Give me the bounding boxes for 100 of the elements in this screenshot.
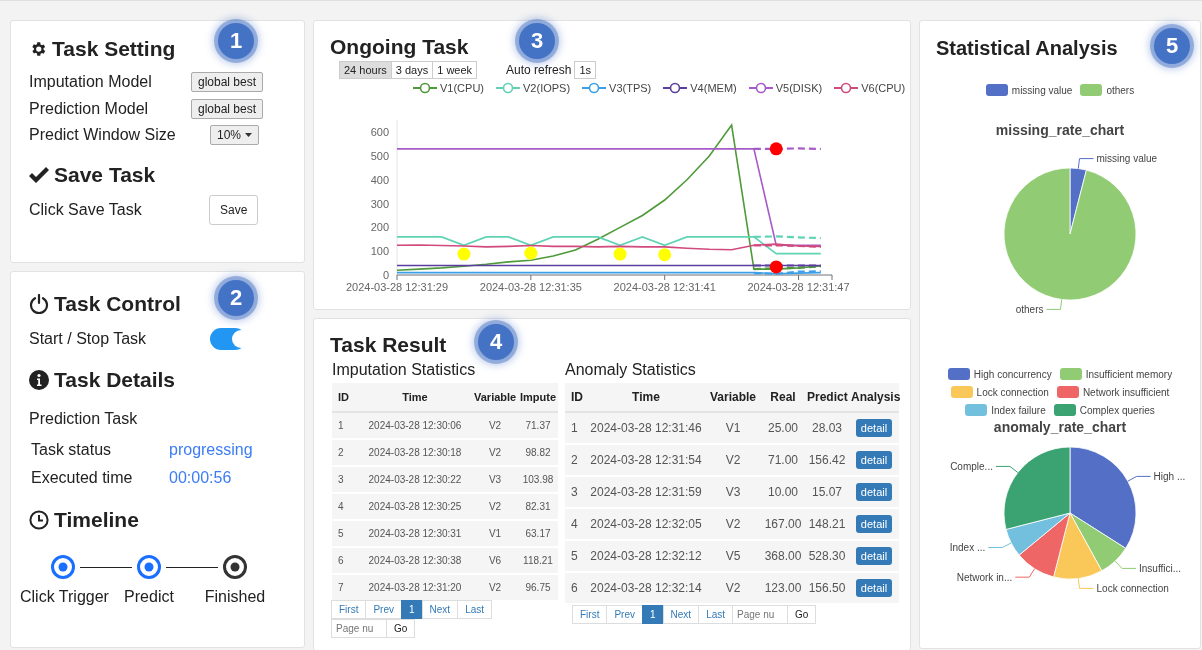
legend-swatch [947, 368, 970, 380]
legend-label: V5(DISK) [775, 82, 823, 94]
page-button[interactable]: Last [698, 605, 734, 624]
section-title: Task Details [54, 368, 175, 392]
detail-button[interactable]: detail [855, 547, 893, 565]
table-cell: 2024-03-28 12:30:31 [358, 520, 472, 547]
legend-label: Complex queries [1079, 404, 1155, 416]
table-cell: 1 [332, 412, 358, 439]
table-cell: 2024-03-28 12:30:18 [358, 439, 472, 466]
column-header: Variable [472, 383, 518, 412]
page-button[interactable]: 1 [401, 600, 423, 619]
leader-line [1045, 299, 1063, 310]
axis-label: 600 [370, 126, 389, 139]
slice-label: others [1015, 303, 1044, 315]
table-cell: V3 [472, 466, 518, 493]
number-badge: 1 [218, 23, 254, 59]
table-cell: 98.82 [518, 439, 558, 466]
table-cell: 1 [565, 412, 587, 444]
save-label: Click Save Task [29, 200, 143, 219]
step-label: Finished [203, 588, 267, 606]
detail-button[interactable]: detail [855, 419, 893, 437]
axis-label: 2024-03-28 12:31:41 [613, 281, 716, 293]
table-cell: 118.21 [518, 547, 558, 574]
table-title: Imputation Statistics [332, 361, 477, 379]
legend-label: Network insufficient [1082, 386, 1170, 398]
go-button[interactable]: Go [386, 619, 416, 638]
legend-label: High concurrency [973, 368, 1052, 380]
go-button[interactable]: Go [787, 605, 817, 624]
page-button[interactable]: Prev [365, 600, 402, 619]
table-cell: 528.30 [805, 540, 849, 572]
section-title: Task Result [330, 333, 447, 357]
axis-label: 300 [370, 197, 389, 210]
table-cell: 2024-03-28 12:31:46 [587, 412, 705, 444]
marker-dot [524, 246, 538, 260]
section-title: Timeline [54, 508, 139, 532]
window-size-dropdown[interactable]: 10% [210, 125, 260, 146]
legend-swatch [950, 386, 973, 398]
start-stop-toggle[interactable] [210, 328, 246, 350]
table-cell: 5 [565, 540, 587, 572]
detail-button[interactable]: detail [855, 451, 893, 469]
detail-button[interactable]: detail [855, 483, 893, 501]
table-cell: 15.07 [805, 476, 849, 508]
table-cell: V2 [705, 508, 761, 540]
table-cell: 368.00 [761, 540, 805, 572]
page-button[interactable]: First [572, 605, 608, 624]
model-select-button[interactable]: global best [191, 98, 264, 119]
table-cell: 123.00 [761, 572, 805, 603]
marker-dot [658, 248, 672, 262]
page-button[interactable]: Prev [606, 605, 643, 624]
slice-label: missing value [1096, 153, 1158, 165]
marker-dot [613, 247, 627, 261]
leader-line [1127, 475, 1152, 482]
section-title: Task Control [54, 292, 181, 316]
table-cell: V2 [472, 412, 518, 439]
legend-marker-icon [582, 82, 607, 94]
table-cell: 2 [565, 444, 587, 476]
table-cell: 148.21 [805, 508, 849, 540]
table-cell: 10.00 [761, 476, 805, 508]
axis-label: 0 [382, 269, 389, 281]
range-tab[interactable]: 3 days [390, 61, 434, 79]
page-button[interactable]: 1 [642, 605, 664, 624]
table-cell: 156.42 [805, 444, 849, 476]
checkmark-icon [29, 166, 49, 183]
marker-dot [769, 260, 783, 274]
table-cell: V2 [705, 572, 761, 603]
detail-button[interactable]: detail [855, 579, 893, 597]
table-cell: 96.75 [518, 574, 558, 600]
axis-label: 400 [370, 173, 389, 186]
legend-marker-icon [413, 82, 437, 94]
legend-label: V6(CPU) [861, 82, 906, 94]
setting-label: Predict Window Size [29, 126, 177, 145]
page-number-field[interactable]: Page nu [331, 619, 387, 638]
legend-label: Index failure [991, 404, 1046, 416]
leader-line [1077, 158, 1095, 169]
task-type-label: Prediction Task [29, 410, 139, 428]
legend-label: V4(MEM) [690, 82, 737, 94]
table-cell: 5 [332, 520, 358, 547]
detail-value: 00:00:56 [169, 469, 233, 487]
range-tab[interactable]: 24 hours [339, 61, 392, 79]
table-cell: V2 [472, 439, 518, 466]
save-button[interactable]: Save [209, 194, 259, 225]
table-cell: 71.37 [518, 412, 558, 439]
table-cell: 3 [565, 476, 587, 508]
detail-button[interactable]: detail [855, 515, 893, 533]
slice-label: High ... [1153, 470, 1186, 482]
legend-label: V2(IOPS) [523, 82, 571, 94]
page-button[interactable]: First [331, 600, 367, 619]
range-tab[interactable]: 1 week [432, 61, 478, 79]
column-header: Impute [518, 383, 558, 412]
table-cell: 28.03 [805, 412, 849, 444]
page-button[interactable]: Last [457, 600, 493, 619]
leader-line [987, 542, 1012, 548]
table-cell: 25.00 [761, 412, 805, 444]
table-cell: 71.00 [761, 444, 805, 476]
page-number-field[interactable]: Page nu [732, 605, 789, 624]
table-cell: 167.00 [761, 508, 805, 540]
marker-dot [457, 247, 471, 261]
table-cell: 2024-03-28 12:30:22 [358, 466, 472, 493]
refresh-interval-button[interactable]: 1s [574, 61, 597, 79]
model-select-button[interactable]: global best [191, 72, 264, 93]
